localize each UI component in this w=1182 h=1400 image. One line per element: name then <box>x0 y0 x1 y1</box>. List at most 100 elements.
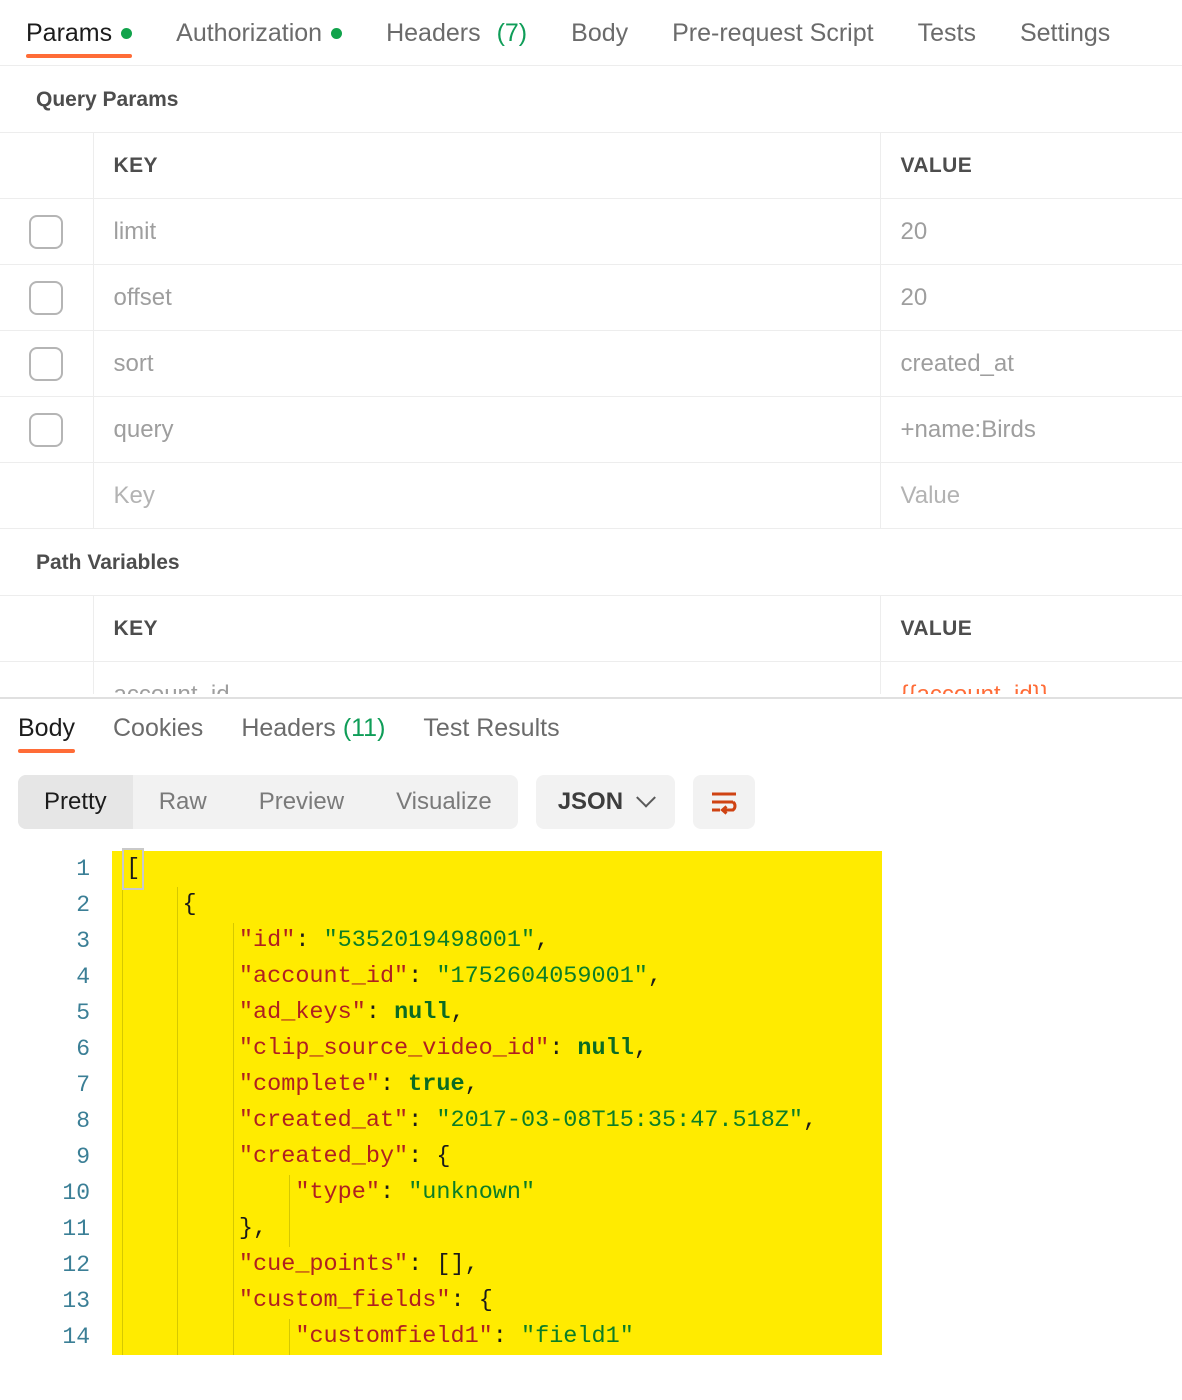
column-header-value: VALUE <box>880 595 1182 662</box>
code-line: }, <box>112 1211 1182 1247</box>
view-mode-visualize[interactable]: Visualize <box>370 775 518 829</box>
code-token: "created_by" <box>238 1143 409 1170</box>
code-token: , <box>535 927 550 954</box>
tab-label: Body <box>18 713 75 742</box>
param-value-input[interactable]: created_at <box>901 350 1014 377</box>
response-body-viewer[interactable]: 1 2 3 4 5 6 7 8 9 10 11 12 13 14 [ { "id": "535201949… <box>0 845 1182 1400</box>
table-header-row: KEY VALUE <box>0 132 1182 199</box>
param-key-input[interactable]: offset <box>114 284 172 311</box>
line-number: 11 <box>62 1216 90 1242</box>
path-variable-key-input[interactable]: account_id <box>114 681 230 694</box>
format-selector[interactable]: JSON <box>535 775 676 829</box>
view-mode-segmented-control: Pretty Raw Preview Visualize <box>18 775 518 829</box>
code-token: , <box>647 963 663 990</box>
request-tab-authorization[interactable]: Authorization <box>176 0 343 66</box>
response-tab-test-results[interactable]: Test Results <box>423 699 559 757</box>
response-tab-headers[interactable]: Headers (11) <box>241 699 385 757</box>
code-token: "2017-03-08T15:35:47.518Z" <box>436 1107 804 1134</box>
view-mode-preview[interactable]: Preview <box>233 775 370 829</box>
code-token: null <box>577 1035 634 1062</box>
row-checkbox-cell <box>0 264 94 331</box>
param-enabled-checkbox[interactable] <box>29 280 64 315</box>
code-token: : <box>408 1143 437 1170</box>
row-checkbox-cell <box>0 330 94 397</box>
param-key-cell[interactable]: Key <box>93 462 881 529</box>
code-token: : <box>408 963 437 990</box>
select-all-cell <box>0 132 94 199</box>
param-key-input[interactable]: Key <box>114 482 155 509</box>
code-line: "complete": true, <box>112 1067 1182 1103</box>
path-variable-key-cell[interactable]: account_id <box>93 662 881 694</box>
path-variable-value-cell[interactable]: {{account_id}} <box>880 662 1182 694</box>
request-tab-pre-request-script[interactable]: Pre-request Script <box>672 0 873 66</box>
param-value-cell[interactable]: 20 <box>880 198 1182 265</box>
param-value-input[interactable]: 20 <box>901 284 928 311</box>
code-token: : <box>379 1179 409 1206</box>
param-key-input[interactable]: query <box>114 416 174 443</box>
line-number: 4 <box>76 964 90 990</box>
line-number: 9 <box>76 1144 90 1170</box>
modified-indicator-dot-icon <box>331 27 343 39</box>
request-tab-body[interactable]: Body <box>571 0 628 66</box>
param-enabled-checkbox[interactable] <box>29 412 64 447</box>
path-variables-title: Path Variables <box>36 551 180 574</box>
tab-label: Settings <box>1019 18 1111 47</box>
param-enabled-checkbox[interactable] <box>29 346 64 381</box>
line-number-gutter: 1 2 3 4 5 6 7 8 9 10 11 12 13 14 <box>0 851 112 1400</box>
table-row: offset 20 <box>0 264 1182 331</box>
tab-label: Pre-request Script <box>672 18 874 47</box>
request-tab-tests[interactable]: Tests <box>918 0 976 66</box>
param-key-cell[interactable]: sort <box>93 330 881 397</box>
code-line: "account_id": "1752604059001", <box>112 959 1182 995</box>
spacer-cell <box>0 595 94 662</box>
column-header-value: VALUE <box>880 132 1182 199</box>
request-tab-settings[interactable]: Settings <box>1020 0 1110 66</box>
response-tab-body[interactable]: Body <box>18 699 75 757</box>
param-value-cell[interactable]: created_at <box>880 330 1182 397</box>
param-enabled-checkbox[interactable] <box>29 214 64 249</box>
response-tab-cookies[interactable]: Cookies <box>113 699 203 757</box>
table-row: query +name:Birds <box>0 396 1182 463</box>
code-token: { <box>478 1287 493 1314</box>
param-key-cell[interactable]: limit <box>93 198 881 265</box>
line-number: 8 <box>76 1108 90 1134</box>
code-token: : <box>365 999 395 1026</box>
param-value-input[interactable]: +name:Birds <box>901 416 1036 443</box>
tab-label: Headers <box>241 713 336 742</box>
param-value-input[interactable]: 20 <box>901 218 928 245</box>
tab-label: Authorization <box>176 18 323 47</box>
param-value-cell[interactable]: 20 <box>880 264 1182 331</box>
view-mode-pretty[interactable]: Pretty <box>18 775 133 829</box>
param-value-input[interactable]: Value <box>901 482 961 509</box>
line-number: 10 <box>62 1180 90 1206</box>
code-token: : <box>408 1107 437 1134</box>
line-number: 13 <box>62 1288 90 1314</box>
request-tab-params[interactable]: Params <box>26 0 133 66</box>
path-variable-value-input[interactable]: {{account_id}} <box>901 681 1049 694</box>
request-tab-headers[interactable]: Headers (7) <box>386 0 527 66</box>
response-viewer-toolbar: Pretty Raw Preview Visualize JSON <box>0 761 1182 845</box>
param-value-cell[interactable]: Value <box>880 462 1182 529</box>
param-key-cell[interactable]: offset <box>93 264 881 331</box>
row-checkbox-cell <box>0 462 94 529</box>
wrap-lines-button[interactable] <box>693 775 756 829</box>
code-token: : <box>549 1035 578 1062</box>
code-token: "1752604059001" <box>436 963 648 990</box>
tab-label: Cookies <box>112 713 204 742</box>
view-mode-raw[interactable]: Raw <box>133 775 233 829</box>
code-token: true <box>408 1071 465 1098</box>
param-key-input[interactable]: sort <box>114 350 154 377</box>
param-key-input[interactable]: limit <box>114 218 157 245</box>
code-token: "id" <box>238 927 296 954</box>
code-token: "complete" <box>238 1071 380 1098</box>
column-header-key: KEY <box>93 595 881 662</box>
param-value-cell[interactable]: +name:Birds <box>880 396 1182 463</box>
code-token: "created_at" <box>238 1107 409 1134</box>
modified-indicator-dot-icon <box>121 27 133 39</box>
param-key-cell[interactable]: query <box>93 396 881 463</box>
code-line: { <box>112 887 1182 923</box>
